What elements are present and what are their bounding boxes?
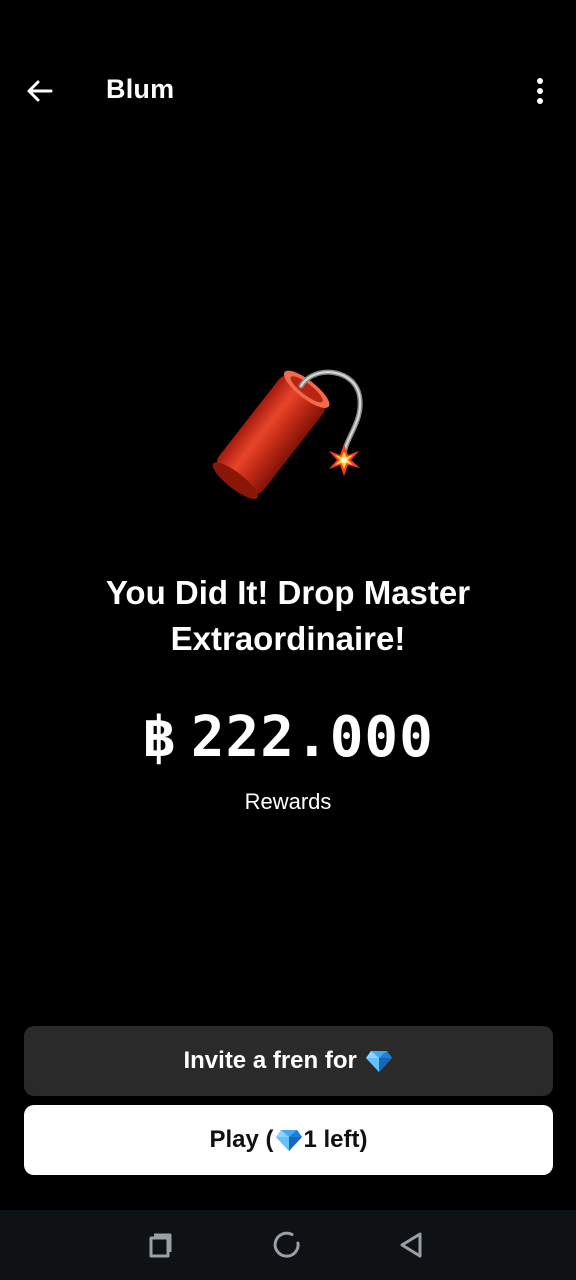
page-title: Blum (106, 74, 175, 104)
gem-icon (275, 1130, 302, 1151)
reward-label: Rewards (244, 789, 332, 814)
triangle-back-icon (400, 1232, 422, 1258)
play-suffix: 1 left) (303, 1126, 368, 1153)
play-prefix: Play ( (209, 1126, 274, 1153)
back-nav-button[interactable] (393, 1227, 429, 1263)
invite-fren-button[interactable]: Invite a fren for (24, 1026, 553, 1096)
home-button[interactable] (269, 1227, 305, 1263)
square-icon (149, 1233, 172, 1258)
system-navigation-bar (0, 1210, 576, 1280)
circle-icon (273, 1231, 300, 1258)
recents-button[interactable] (143, 1227, 179, 1263)
back-button[interactable] (22, 73, 58, 109)
more-vertical-icon (537, 78, 543, 104)
arrow-left-icon (27, 80, 53, 102)
gem-icon (365, 1051, 392, 1072)
success-headline: You Did It! Drop Master Extraordinaire! (105, 574, 471, 657)
invite-label: Invite a fren for (183, 1047, 357, 1074)
currency-symbol: ฿ (142, 705, 177, 770)
reward-amount: ฿ 222.000 (0, 705, 576, 770)
play-button[interactable]: Play ( 1 left) (24, 1105, 553, 1175)
more-options-button[interactable] (522, 73, 558, 109)
app-header: Blum (0, 60, 576, 122)
firecracker-icon (196, 350, 376, 510)
reward-value: 222.000 (190, 705, 434, 770)
